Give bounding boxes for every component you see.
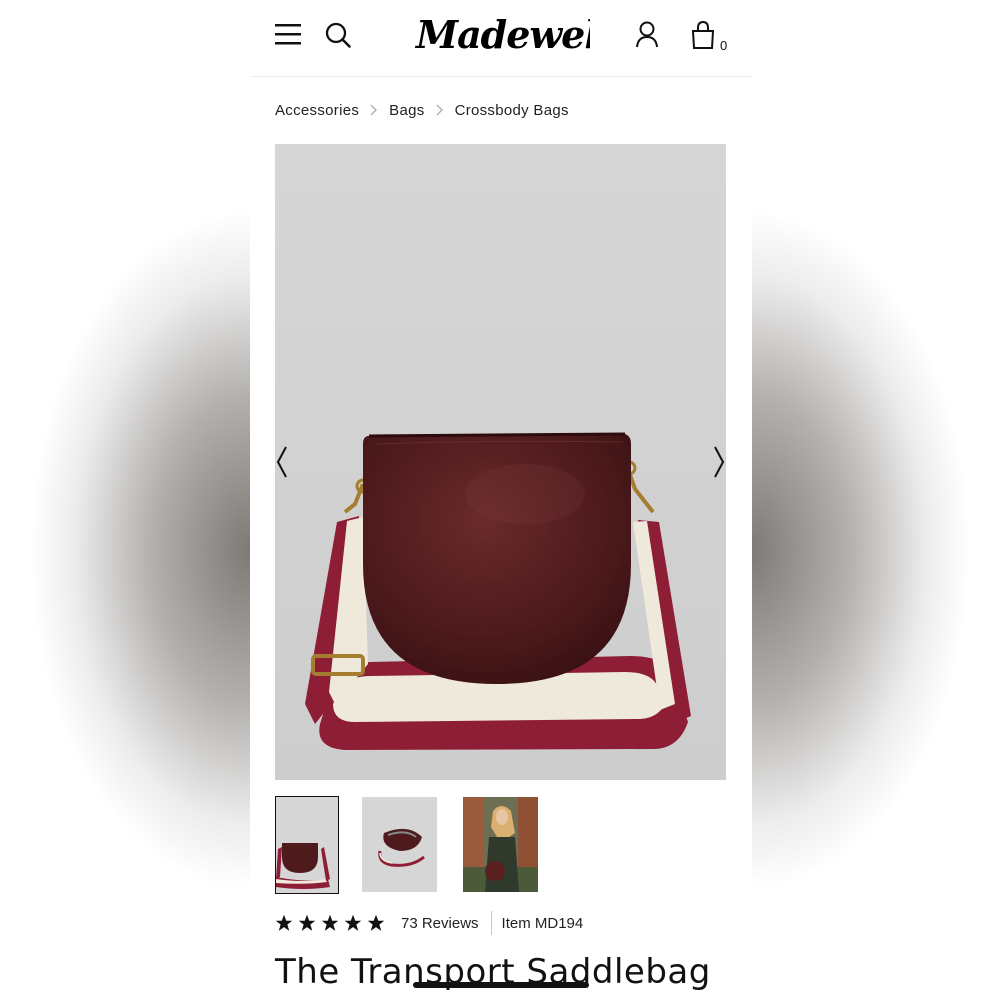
madewell-logo[interactable]: Madewell — [414, 12, 613, 62]
star-icon — [344, 914, 362, 931]
saddlebag-illustration — [275, 144, 726, 780]
account-icon[interactable] — [634, 20, 660, 50]
chevron-right-icon — [370, 104, 378, 116]
background-right — [750, 0, 1000, 1000]
previous-image-arrow-icon[interactable] — [275, 444, 289, 480]
item-number: Item MD194 — [501, 914, 584, 932]
breadcrumb: Accessories Bags Crossbody Bags — [275, 99, 569, 121]
rating-row: 73 Reviews Item MD194 — [275, 908, 583, 938]
bag-count: 0 — [720, 38, 728, 53]
star-icon — [321, 914, 339, 931]
mobile-page: Madewell 0 Accessories Bags Crossbody Ba… — [250, 0, 752, 1000]
background-left — [0, 0, 250, 1000]
star-icon — [298, 914, 316, 931]
thumbnail-front-view[interactable] — [275, 796, 339, 894]
next-image-arrow-icon[interactable] — [712, 444, 726, 480]
hamburger-menu-icon[interactable] — [275, 22, 301, 46]
product-image[interactable] — [275, 144, 726, 780]
chevron-right-icon — [436, 104, 443, 116]
site-header: Madewell 0 — [250, 0, 752, 77]
breadcrumb-bags[interactable]: Bags — [389, 102, 424, 119]
home-indicator — [413, 982, 589, 988]
breadcrumb-accessories[interactable]: Accessories — [275, 102, 359, 119]
reviews-link[interactable]: 73 Reviews — [401, 915, 479, 932]
thumbnail-model-view[interactable] — [463, 797, 538, 892]
svg-text:Madewell: Madewell — [414, 12, 590, 57]
star-icon — [275, 914, 293, 931]
thumbnail-open-view[interactable] — [362, 797, 437, 892]
breadcrumb-crossbody-bags[interactable]: Crossbody Bags — [455, 102, 569, 119]
star-icon — [367, 914, 385, 931]
divider — [490, 911, 492, 935]
shopping-bag-icon[interactable] — [690, 20, 716, 50]
search-icon[interactable] — [325, 22, 351, 48]
star-rating[interactable] — [275, 914, 385, 932]
